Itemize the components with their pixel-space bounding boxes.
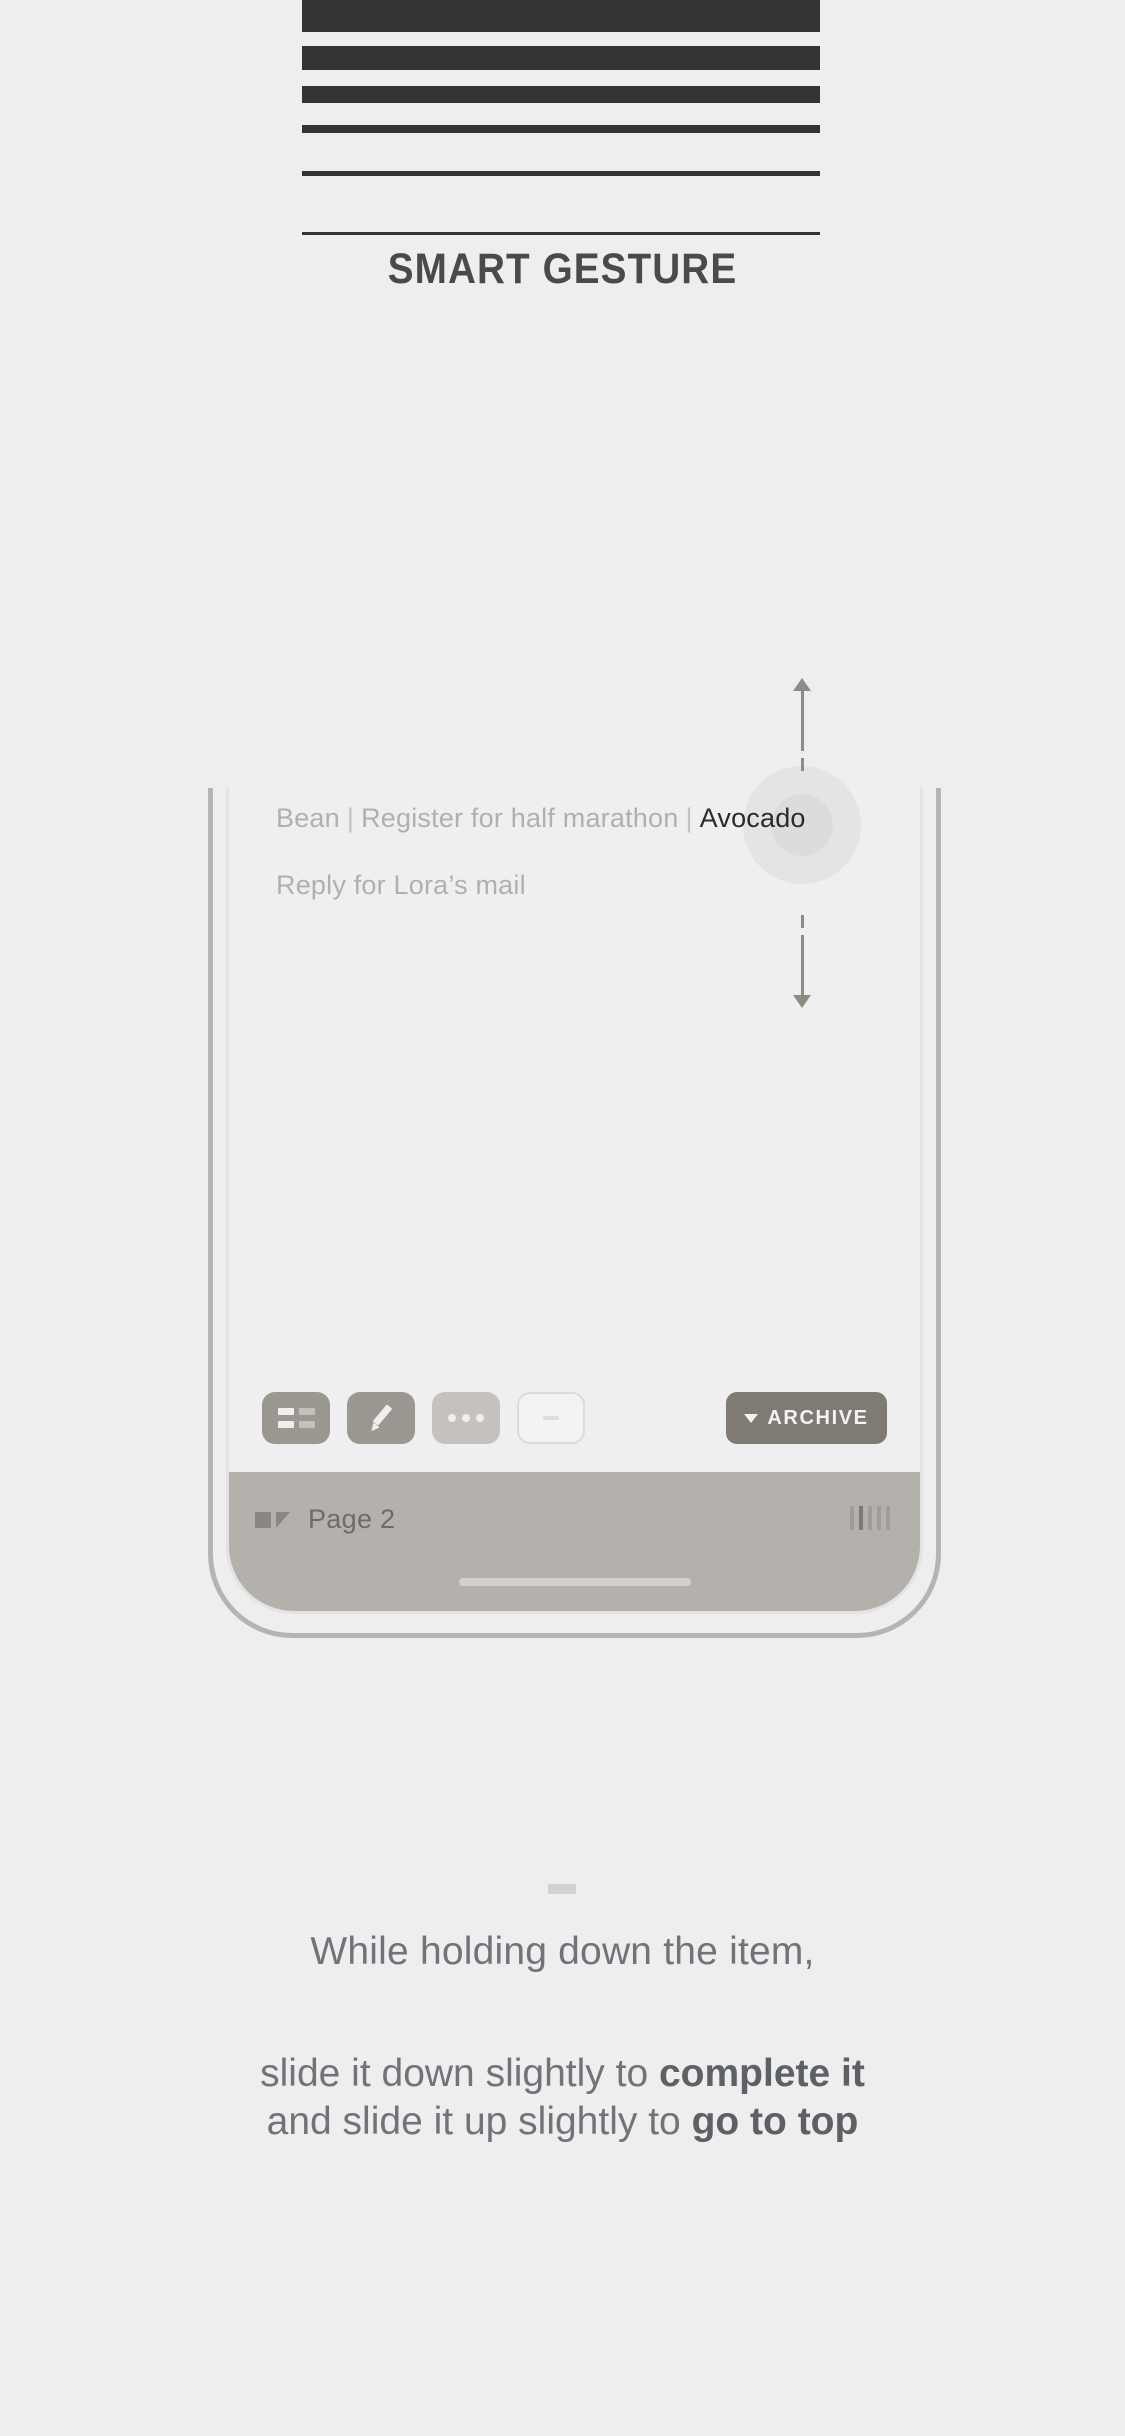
caption-line-1: While holding down the item,	[310, 1930, 815, 1973]
caption-divider	[548, 1884, 576, 1894]
archive-button[interactable]: ARCHIVE	[726, 1392, 887, 1444]
signal-bar-3	[868, 1506, 872, 1530]
triangle-icon	[276, 1511, 290, 1528]
archive-label: ARCHIVE	[767, 1406, 869, 1429]
token-separator: |	[685, 803, 693, 833]
caption-line-3-emphasis: go to top	[691, 2100, 859, 2144]
list-view-button[interactable]	[262, 1392, 330, 1444]
arrow-down-dot	[800, 915, 804, 928]
signal-bar-5	[886, 1506, 890, 1530]
list-grid-icon	[277, 1408, 315, 1428]
signal-bar-4	[877, 1506, 881, 1530]
caption-line-2-emphasis: complete it	[658, 2052, 865, 2095]
phone-screen: Page 2	[226, 788, 923, 1614]
deco-line-2	[302, 46, 820, 70]
square-triangle-icon	[255, 1511, 271, 1528]
dash-icon	[543, 1416, 559, 1420]
blank-button[interactable]	[517, 1392, 585, 1444]
caption-block: While holding down the item, slide it do…	[0, 1930, 1125, 2147]
page-indicator[interactable]: Page 2	[255, 1504, 395, 1535]
more-options-button[interactable]	[432, 1392, 500, 1444]
caption-line-3-text: and slide it up slightly to	[266, 2100, 692, 2144]
arrow-up-stem	[800, 691, 804, 751]
token-separator: |	[346, 803, 355, 833]
arrow-up-head	[793, 678, 811, 691]
deco-line-5	[302, 171, 820, 176]
pencil-icon	[366, 1403, 396, 1434]
edit-button[interactable]	[347, 1392, 415, 1444]
arrow-down-icon	[782, 915, 822, 1008]
caret-down-icon	[744, 1413, 759, 1423]
deco-line-6	[302, 232, 820, 235]
home-indicator[interactable]	[458, 1578, 691, 1586]
decorative-bars	[302, 0, 820, 235]
todo-token-marathon[interactable]: Register for half marathon	[361, 803, 678, 833]
todo-token-avocado-dragged[interactable]: Avocado	[700, 803, 806, 833]
ellipsis-icon	[448, 1414, 484, 1422]
arrow-up-icon	[782, 678, 822, 771]
arrow-down-head	[793, 995, 811, 1008]
todo-token-bean[interactable]: Bean	[276, 803, 340, 833]
signal-bars-icon	[850, 1506, 890, 1530]
arrow-up-dot	[800, 758, 804, 771]
signal-bar-2	[859, 1506, 863, 1530]
signal-bar-1	[850, 1506, 854, 1530]
page-title: SMART GESTURE	[387, 245, 738, 293]
phone-bottom-bar: Page 2	[229, 1472, 920, 1611]
arrow-down-stem	[800, 935, 804, 995]
deco-line-1	[302, 0, 820, 32]
phone-toolbar: ARCHIVE	[262, 1392, 887, 1448]
deco-line-3	[302, 86, 820, 103]
deco-line-4	[302, 125, 820, 133]
page-label: Page 2	[308, 1504, 396, 1534]
caption-line-3: and slide it up slightly to go to top	[0, 2098, 1125, 2146]
caption-paragraph: slide it down slightly to complete it an…	[0, 2050, 1125, 2147]
caption-line-2-text: slide it down slightly to	[260, 2052, 659, 2095]
caption-line-2: slide it down slightly to complete it	[0, 2050, 1125, 2098]
list-item[interactable]: Bean | Register for half marathon | Avocado	[276, 805, 896, 832]
